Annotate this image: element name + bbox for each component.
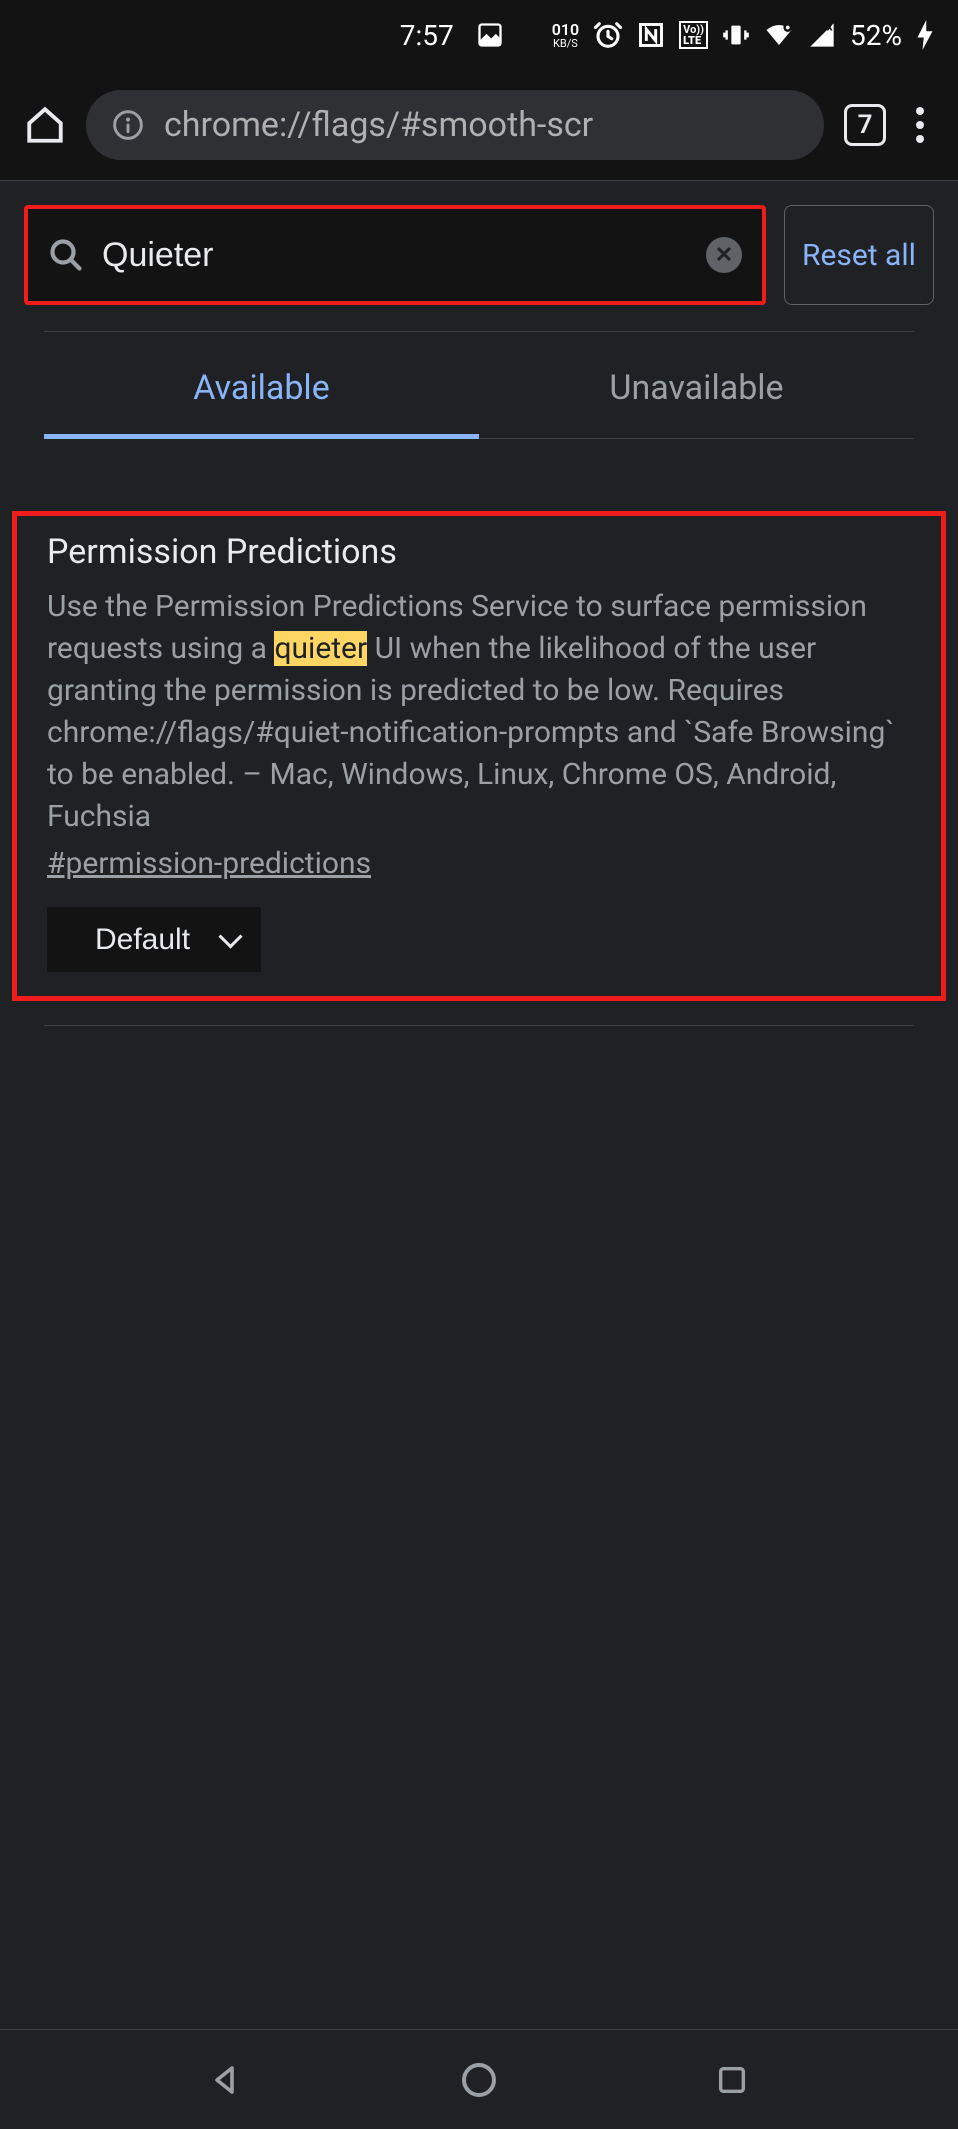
search-icon <box>48 237 84 273</box>
flag-state-select[interactable]: Default <box>47 907 261 972</box>
back-button[interactable] <box>204 2058 248 2102</box>
more-menu-button[interactable] <box>906 107 934 143</box>
flag-anchor-link[interactable]: #permission-predictions <box>47 846 371 881</box>
reset-all-button[interactable]: Reset all <box>784 205 934 305</box>
alarm-icon <box>593 20 623 50</box>
search-box-highlight: ✕ <box>24 205 766 305</box>
tab-available[interactable]: Available <box>44 332 479 439</box>
svg-text:x: x <box>827 21 833 33</box>
wifi-icon <box>764 21 794 49</box>
tab-switcher[interactable]: 7 <box>844 104 886 146</box>
clear-search-button[interactable]: ✕ <box>706 237 742 273</box>
home-button[interactable] <box>24 104 66 146</box>
volte-icon: Vo)) LTE <box>679 21 708 49</box>
url-bar[interactable]: chrome://flags/#smooth-scr <box>86 90 824 160</box>
vibrate-icon <box>722 21 750 49</box>
url-text: chrome://flags/#smooth-scr <box>164 105 593 145</box>
flag-title: Permission Predictions <box>47 532 911 572</box>
flag-description: Use the Permission Predictions Service t… <box>47 586 911 838</box>
divider <box>44 1025 914 1026</box>
system-nav-bar <box>0 2029 958 2129</box>
search-row: ✕ Reset all <box>0 181 958 331</box>
charging-icon <box>916 20 934 50</box>
search-highlight: quieter <box>274 631 367 666</box>
browser-toolbar: chrome://flags/#smooth-scr 7 <box>0 70 958 180</box>
flag-select-wrap: Default <box>47 907 261 972</box>
flag-card-highlight: Permission Predictions Use the Permissio… <box>12 511 946 1001</box>
image-icon <box>476 21 504 49</box>
info-icon <box>112 109 144 141</box>
recents-button[interactable] <box>710 2058 754 2102</box>
tab-count-label: 7 <box>858 110 873 140</box>
tabs: Available Unavailable <box>44 331 914 439</box>
tab-unavailable-label: Unavailable <box>609 368 783 408</box>
reset-all-label: Reset all <box>802 236 916 275</box>
clock-time: 7:57 <box>400 19 454 52</box>
net-speed: 010 KB/S <box>552 22 579 49</box>
signal-icon: x <box>808 21 836 49</box>
status-bar: 7:57 010 KB/S Vo)) LTE x 52% <box>0 0 958 70</box>
battery-percent: 52% <box>850 19 902 52</box>
tab-unavailable[interactable]: Unavailable <box>479 332 914 439</box>
home-nav-button[interactable] <box>457 2058 501 2102</box>
search-input[interactable] <box>84 236 706 275</box>
flags-page: ✕ Reset all Available Unavailable Permis… <box>0 180 958 1026</box>
tab-available-label: Available <box>193 368 329 408</box>
nfc-icon <box>637 21 665 49</box>
